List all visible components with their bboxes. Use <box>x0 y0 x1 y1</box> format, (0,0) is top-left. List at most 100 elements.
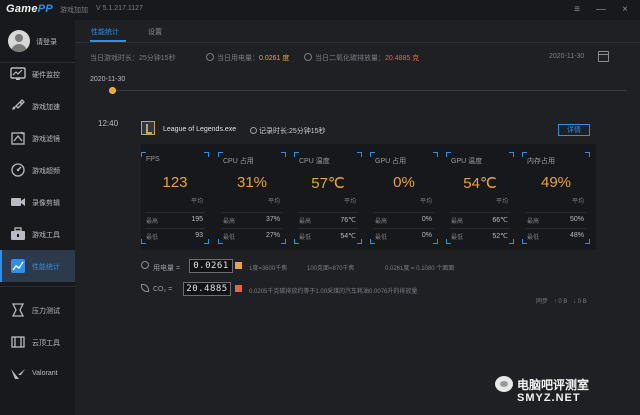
sidebar-item-label: 硬件监控 <box>32 72 60 79</box>
metric-min-row: 最低 52℃ <box>450 228 510 242</box>
menu-icon[interactable]: ≡ <box>570 3 584 17</box>
min-value: 52℃ <box>492 233 508 240</box>
metric-title: GPU 温度 <box>451 158 483 165</box>
min-label: 最低 <box>146 235 159 241</box>
power-unit-icon <box>235 262 242 269</box>
max-label: 最高 <box>146 219 159 225</box>
profile[interactable]: 请登录 <box>0 28 75 58</box>
min-value: 48% <box>569 232 584 239</box>
upload-count: ↑ 0 B <box>553 299 568 305</box>
max-label: 最高 <box>451 219 464 225</box>
record-duration: 记录时长:25分钟15秒 <box>250 126 326 136</box>
filter-icon <box>11 131 25 145</box>
tab-performance[interactable]: 性能统计 <box>91 27 119 37</box>
minimize-icon[interactable]: — <box>594 3 608 17</box>
watermark-line-2: SMYZ.NET <box>517 392 581 404</box>
sidebar-item-label: Valorant <box>32 370 58 377</box>
co2-row: CO₂ = 20.4885 0.0205千克碳排放约等于1.00采煤的汽车耗油0… <box>141 281 596 299</box>
monitor-icon <box>10 67 26 80</box>
sidebar-item-game-boost[interactable]: 游戏加速 <box>0 90 75 122</box>
max-label: 最高 <box>223 219 236 225</box>
sidebar-item-label: 云顶工具 <box>32 340 60 347</box>
metric-card-cpu-usage: CPU 占用 31% 平均 最高 37% 最低 27% <box>218 152 286 244</box>
power-note-1: 1度=3600千焦 <box>249 266 288 272</box>
power-readout: 0.0261 <box>189 259 233 273</box>
divider <box>0 286 75 287</box>
metric-card-memory-usage: 内存占用 49% 平均 最高 50% 最低 48% <box>522 152 590 244</box>
game-name: League of Legends.exe <box>163 126 237 133</box>
metric-max-row: 最高 66℃ <box>450 212 510 226</box>
metric-max-row: 最高 50% <box>526 212 586 226</box>
metric-value: 57℃ <box>311 175 345 192</box>
max-value: 195 <box>191 216 203 223</box>
video-icon <box>11 198 25 206</box>
metric-value: 54℃ <box>463 175 497 192</box>
max-label: 最高 <box>299 219 312 225</box>
sidebar-item-tft-tools[interactable]: 云顶工具 <box>0 326 75 358</box>
min-value: 0% <box>421 232 432 239</box>
co2-label: CO₂ = <box>153 286 173 293</box>
session-time: 12:40 <box>98 119 119 128</box>
metric-title: FPS <box>146 156 160 163</box>
summary-date: 2020-11-30 <box>549 53 585 60</box>
sidebar-item-label: 录像剪辑 <box>32 200 60 207</box>
close-icon[interactable]: × <box>618 3 632 17</box>
toolbox-icon <box>11 227 25 240</box>
timeline-marker[interactable] <box>109 87 116 94</box>
sidebar: 请登录 硬件监控 游戏加速 游戏滤镜 游戏超频 录像剪辑 游戏工具 性能统计 压… <box>0 20 75 415</box>
metric-card-gpu-usage: GPU 占用 0% 平均 最高 0% 最低 0% <box>370 152 438 244</box>
co2-icon <box>304 53 312 61</box>
gauge-icon <box>11 163 25 177</box>
timeline-track <box>112 90 627 91</box>
min-value: 93 <box>195 232 203 239</box>
login-label[interactable]: 请登录 <box>36 37 57 47</box>
metric-max-row: 最高 0% <box>374 212 434 226</box>
clock-icon <box>250 127 257 134</box>
power-note-2: 100克面=870千焦 <box>307 266 355 272</box>
stress-icon <box>11 303 25 317</box>
sidebar-item-hardware-monitor[interactable]: 硬件监控 <box>0 58 75 90</box>
sidebar-item-label: 游戏超频 <box>32 168 60 175</box>
power-icon <box>206 53 214 61</box>
metric-title: GPU 占用 <box>375 158 407 165</box>
sidebar-item-game-overclock[interactable]: 游戏超频 <box>0 154 75 186</box>
daily-power: 当日用电量：0.0261 度 <box>206 53 289 63</box>
divider <box>75 42 640 43</box>
sidebar-item-valorant[interactable]: Valorant <box>0 358 75 390</box>
sync-label: 同步 <box>536 299 549 305</box>
metric-avg-label: 平均 <box>343 199 356 205</box>
metric-min-row: 最低 27% <box>222 228 282 242</box>
daily-power-label: 当日用电量： <box>217 55 259 62</box>
tab-settings[interactable]: 设置 <box>148 27 162 37</box>
metric-title: CPU 占用 <box>223 158 254 165</box>
meter-icon <box>141 261 149 269</box>
league-of-legends-icon <box>141 121 155 135</box>
metric-max-row: 最高 195 <box>145 212 205 226</box>
avatar[interactable] <box>8 30 30 52</box>
chart-icon <box>11 259 25 273</box>
details-button[interactable]: 详情 <box>558 124 590 136</box>
sidebar-item-stress-test[interactable]: 压力测试 <box>0 294 75 326</box>
metric-value: 0% <box>393 174 415 191</box>
record-duration-text: 记录时长:25分钟15秒 <box>259 128 326 135</box>
sidebar-item-game-filter[interactable]: 游戏滤镜 <box>0 122 75 154</box>
max-value: 76℃ <box>340 217 356 224</box>
metric-avg-label: 平均 <box>495 199 508 205</box>
max-value: 66℃ <box>492 217 508 224</box>
max-label: 最高 <box>375 219 388 225</box>
sidebar-item-performance-stats[interactable]: 性能统计 <box>0 250 75 282</box>
sync-status: 同步 ↑ 0 B ↓ 0 B <box>536 296 587 305</box>
sidebar-item-game-tools[interactable]: 游戏工具 <box>0 218 75 250</box>
app-title: 游戏加加 <box>60 7 88 14</box>
app-version: V 5.1.217.1127 <box>96 5 143 12</box>
power-label: 用电量 = <box>153 265 181 272</box>
metric-avg-label: 平均 <box>190 199 203 205</box>
co2-note: 0.0205千克碳排放约等于1.00采煤的汽车耗油0.0076升的排放量 <box>249 289 418 295</box>
logo-pp: PP <box>37 3 54 15</box>
calendar-icon[interactable] <box>598 51 609 62</box>
valorant-icon <box>11 369 25 379</box>
metric-avg-label: 平均 <box>419 199 432 205</box>
sidebar-item-video-edit[interactable]: 录像剪辑 <box>0 186 75 218</box>
metric-max-row: 最高 76℃ <box>298 212 358 226</box>
min-label: 最低 <box>299 235 312 241</box>
